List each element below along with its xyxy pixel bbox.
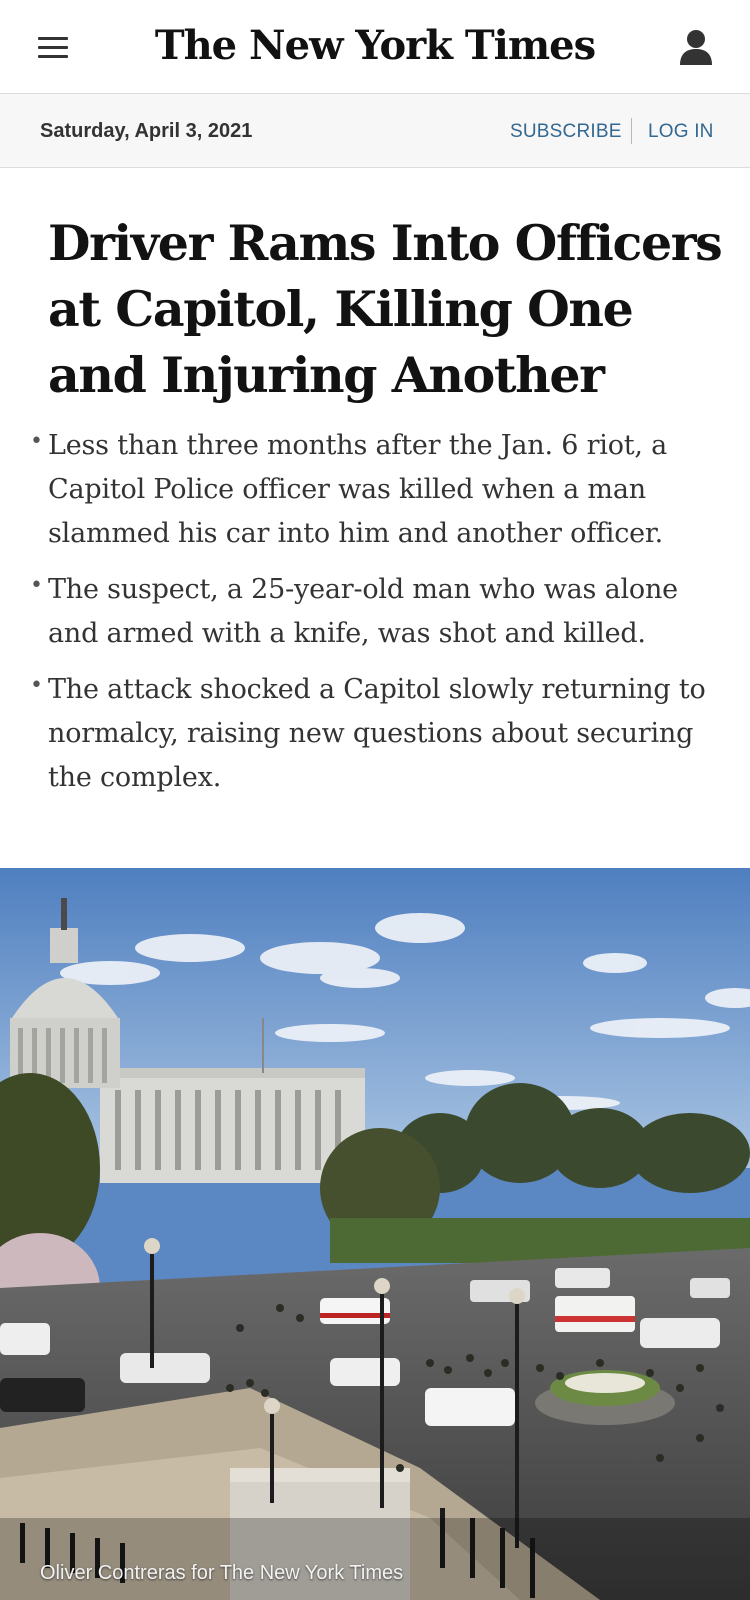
user-account-icon[interactable] [678,28,714,66]
masthead: The New York Times [0,0,750,94]
headline-line: and Injuring Another [48,346,605,404]
date-bar: Saturday, April 3, 2021 SUBSCRIBE LOG IN [0,94,750,168]
article-headline[interactable]: Driver Rams Into Officers at Capitol, Ki… [48,210,728,408]
summary-item: • Less than three months after the Jan. … [28,424,728,556]
nyt-logo[interactable]: The New York Times [0,16,750,76]
login-link[interactable]: LOG IN [648,121,714,143]
headline-line: Driver Rams Into Officers [48,214,723,272]
summary-text: The attack shocked a Capitol slowly retu… [48,674,706,793]
bullet-icon: • [30,429,43,454]
summary-item: • The suspect, a 25-year-old man who was… [28,568,728,656]
summary-text: The suspect, a 25-year-old man who was a… [48,574,678,649]
capitol-scene-illustration [0,868,750,1600]
hero-photo[interactable]: Oliver Contreras for The New York Times [0,868,750,1600]
photo-credit: Oliver Contreras for The New York Times [40,1562,404,1584]
summary-item: • The attack shocked a Capitol slowly re… [28,668,728,800]
subscribe-link[interactable]: SUBSCRIBE [510,121,622,143]
current-date: Saturday, April 3, 2021 [40,120,253,142]
link-divider [631,118,632,144]
bullet-icon: • [30,573,43,598]
headline-line: at Capitol, Killing One [48,280,634,338]
summary-text: Less than three months after the Jan. 6 … [48,430,668,549]
bullet-icon: • [30,673,43,698]
article-summary-list: • Less than three months after the Jan. … [28,424,728,812]
